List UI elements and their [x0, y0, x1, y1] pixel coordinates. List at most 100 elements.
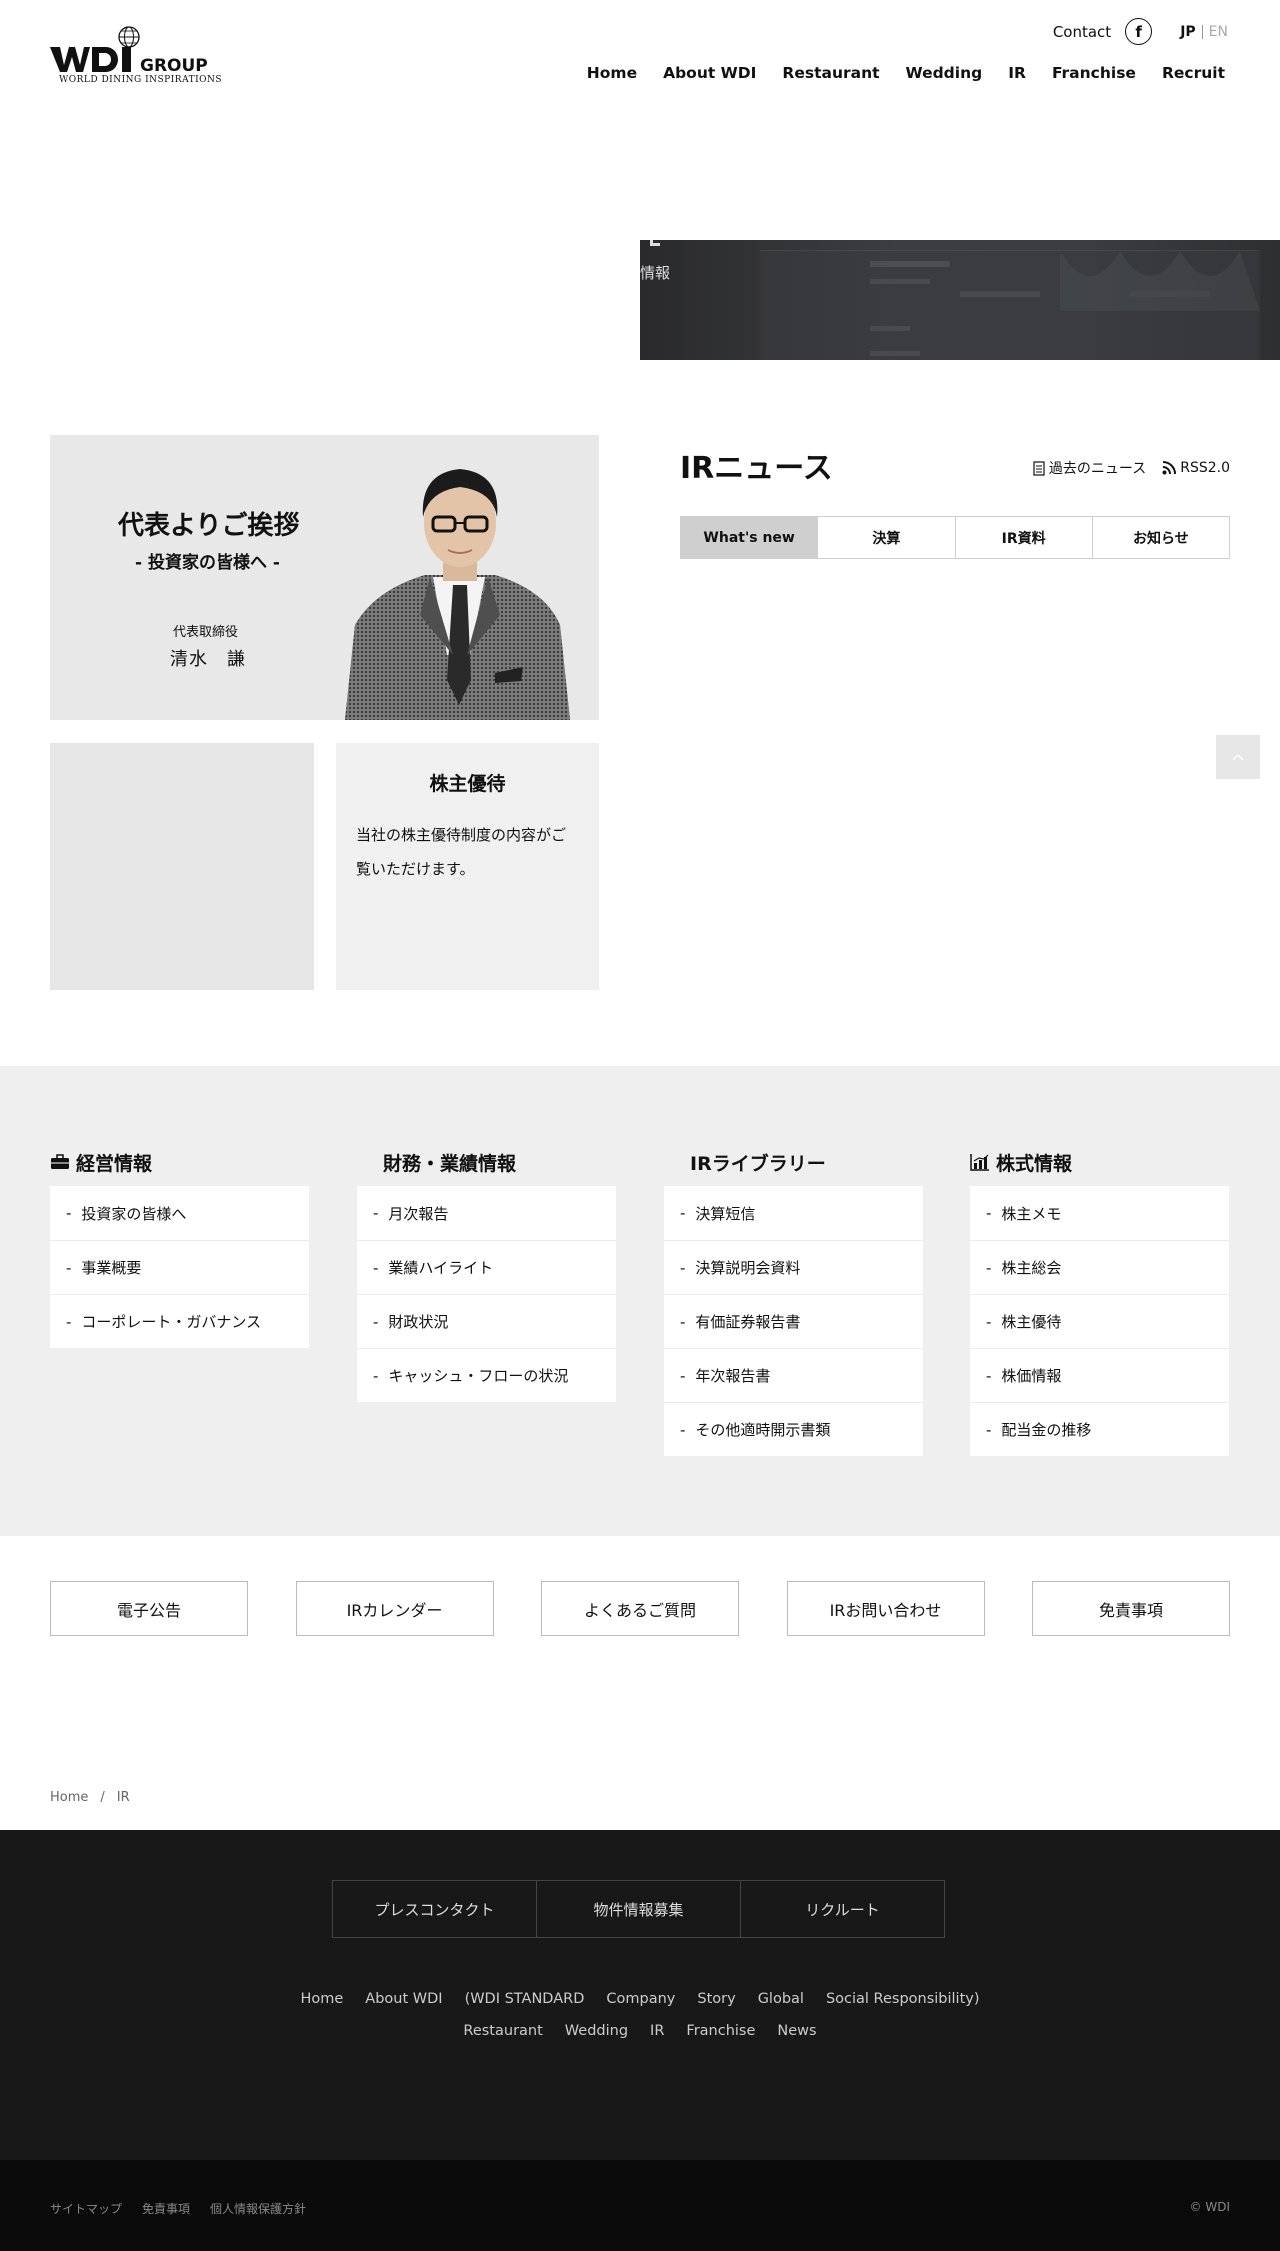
disclaimer-link[interactable]: 免責事項	[142, 2200, 190, 2217]
rss-link[interactable]: RSS2.0	[1162, 460, 1230, 476]
tab-whats-new[interactable]: What's new	[681, 517, 818, 558]
footer-nav-primary: Home About WDI (WDI STANDARD Company Sto…	[0, 1991, 1280, 2007]
nav-wedding[interactable]: Wedding	[906, 64, 983, 82]
column-heading: 株式情報	[970, 1148, 1229, 1176]
list-item[interactable]: キャッシュ・フローの状況	[357, 1348, 616, 1402]
nav-restaurant[interactable]: Restaurant	[782, 64, 879, 82]
list-item[interactable]: 事業概要	[50, 1240, 309, 1294]
column-title: IRライブラリー	[690, 1152, 826, 1175]
list-item[interactable]: 株価情報	[970, 1348, 1229, 1402]
greeting-subtitle: - 投資家の皆様へ -	[135, 553, 280, 573]
ir-news-tabs: What's new 決算 IR資料 お知らせ	[680, 516, 1230, 559]
list-item[interactable]: 決算短信	[664, 1186, 923, 1240]
ceo-photo	[345, 455, 575, 720]
footer-link[interactable]: Story	[697, 1991, 735, 2007]
footer-link[interactable]: Restaurant	[463, 2023, 542, 2039]
tab-oshirase[interactable]: お知らせ	[1091, 517, 1229, 558]
main-nav: Home About WDI Restaurant Wedding IR Fra…	[587, 64, 1225, 82]
footer-link[interactable]: Company	[606, 1991, 675, 2007]
list-item[interactable]: 月次報告	[357, 1186, 616, 1240]
footer-link[interactable]: News	[777, 2023, 816, 2039]
top-utility-links: Contact f JP EN	[1053, 18, 1228, 45]
column-title: 株式情報	[996, 1152, 1073, 1175]
hero-caption: 情報	[640, 264, 671, 282]
link-list: 決算短信 決算説明会資料 有価証券報告書 年次報告書 その他適時開示書類	[664, 1186, 923, 1456]
site-header: GROUP WORLD DINING INSPIRATIONS Contact …	[0, 0, 1280, 110]
wdi-group-logo[interactable]: GROUP WORLD DINING INSPIRATIONS	[50, 25, 235, 87]
footer-link[interactable]: Global	[758, 1991, 804, 2007]
list-item[interactable]: 配当金の推移	[970, 1402, 1229, 1456]
list-item[interactable]: 株主メモ	[970, 1186, 1229, 1240]
footer-link[interactable]: Home	[300, 1991, 343, 2007]
shareholder-benefit-card[interactable]: 株主優待 当社の株主優待制度の内容がご覧いただけます。	[336, 743, 599, 990]
svg-text:GROUP: GROUP	[140, 56, 208, 76]
column-title: 経営情報	[76, 1152, 153, 1175]
list-item[interactable]: 株主優待	[970, 1294, 1229, 1348]
nav-ir[interactable]: IR	[1008, 64, 1026, 82]
nav-recruit[interactable]: Recruit	[1162, 64, 1225, 82]
list-item[interactable]: 株主総会	[970, 1240, 1229, 1294]
greeting-title: 代表よりご挨拶	[118, 511, 300, 541]
contact-link[interactable]: Contact	[1053, 23, 1111, 41]
tab-kessan[interactable]: 決算	[817, 517, 955, 558]
sitemap-link[interactable]: サイトマップ	[50, 2200, 122, 2217]
facebook-icon[interactable]: f	[1125, 18, 1153, 45]
breadcrumb-current: IR	[116, 1790, 130, 1805]
list-item[interactable]: 決算説明会資料	[664, 1240, 923, 1294]
ceo-greeting-card[interactable]: 代表よりご挨拶 - 投資家の皆様へ - 代表取締役 清水 謙	[50, 435, 599, 720]
footer-link[interactable]: (WDI STANDARD	[465, 1991, 585, 2007]
hero-corner-mark	[650, 240, 660, 246]
list-item[interactable]: 投資家の皆様へ	[50, 1186, 309, 1240]
link-list: 月次報告 業績ハイライト 財政状況 キャッシュ・フローの状況	[357, 1186, 616, 1402]
copyright: © WDI	[1189, 2200, 1230, 2214]
ir-calendar-button[interactable]: IRカレンダー	[295, 1581, 494, 1636]
ceo-role: 代表取締役	[173, 625, 239, 640]
link-column-kabushiki: 株式情報 株主メモ 株主総会 株主優待 株価情報 配当金の推移	[970, 1148, 1229, 1456]
nav-home[interactable]: Home	[587, 64, 637, 82]
nav-about-wdi[interactable]: About WDI	[663, 64, 756, 82]
footer-link[interactable]: IR	[650, 2023, 664, 2039]
link-column-ir-library: IRライブラリー 決算短信 決算説明会資料 有価証券報告書 年次報告書 その他適…	[664, 1148, 923, 1456]
ir-contact-button[interactable]: IRお問い合わせ	[786, 1581, 985, 1636]
briefcase-icon	[51, 1154, 69, 1169]
ir-feature-card-blank[interactable]	[50, 743, 314, 990]
lang-jp-link[interactable]: JP	[1180, 24, 1195, 40]
privacy-policy-link[interactable]: 個人情報保護方針	[210, 2200, 306, 2217]
list-item[interactable]: コーポレート・ガバナンス	[50, 1294, 309, 1348]
list-item[interactable]: その他適時開示書類	[664, 1402, 923, 1456]
past-news-label: 過去のニュース	[1048, 461, 1147, 477]
breadcrumb-home[interactable]: Home	[50, 1790, 88, 1805]
list-item[interactable]: 財政状況	[357, 1294, 616, 1348]
disclaimer-button[interactable]: 免責事項	[1032, 1581, 1230, 1636]
ir-link-section: 経営情報 投資家の皆様へ 事業概要 コーポレート・ガバナンス 財務・業績情報 月…	[0, 1066, 1280, 1536]
logo-tagline: WORLD DINING INSPIRATIONS	[59, 75, 223, 85]
footer-link[interactable]: Wedding	[565, 2023, 628, 2039]
footer-bottom-bar: サイトマップ 免責事項 個人情報保護方針 © WDI	[0, 2160, 1280, 2251]
recruit-button[interactable]: リクルート	[740, 1880, 945, 1938]
nav-franchise[interactable]: Franchise	[1052, 64, 1136, 82]
list-item[interactable]: 有価証券報告書	[664, 1294, 923, 1348]
list-item[interactable]: 年次報告書	[664, 1348, 923, 1402]
lang-en-link[interactable]: EN	[1209, 24, 1228, 40]
column-title: 財務・業績情報	[383, 1152, 517, 1175]
document-icon	[1033, 460, 1045, 476]
hero-banner: 情報	[640, 240, 1280, 360]
list-item[interactable]: 業績ハイライト	[357, 1240, 616, 1294]
denshi-koukoku-button[interactable]: 電子公告	[50, 1581, 248, 1636]
shareholder-benefit-title: 株主優待	[429, 773, 506, 795]
column-heading: IRライブラリー	[664, 1148, 923, 1176]
footer-link[interactable]: Social Responsibility)	[826, 1991, 980, 2007]
footer-link[interactable]: About WDI	[365, 1991, 442, 2007]
tab-ir-shiryo[interactable]: IR資料	[954, 517, 1092, 558]
language-switcher: JP EN	[1180, 24, 1228, 40]
press-contact-button[interactable]: プレスコンタクト	[332, 1880, 537, 1938]
ceo-portrait-graphic	[345, 469, 570, 720]
past-news-link[interactable]: 過去のニュース	[1033, 458, 1146, 478]
rss-icon	[1162, 461, 1177, 475]
link-column-zaimu: 財務・業績情報 月次報告 業績ハイライト 財政状況 キャッシュ・フローの状況	[357, 1148, 616, 1402]
property-info-button[interactable]: 物件情報募集	[536, 1880, 741, 1938]
faq-button[interactable]: よくあるご質問	[541, 1581, 739, 1636]
hero-dashboard-graphic	[760, 251, 1260, 360]
footer-link[interactable]: Franchise	[686, 2023, 755, 2039]
scroll-to-top-button[interactable]	[1216, 735, 1260, 779]
